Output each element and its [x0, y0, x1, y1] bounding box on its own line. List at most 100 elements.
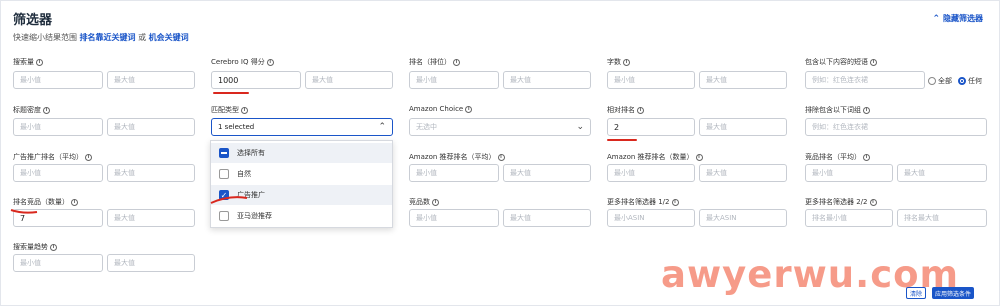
info-icon[interactable]: i: [465, 105, 473, 113]
search-volume-max[interactable]: 最大值: [107, 71, 195, 89]
checkbox-indeterminate-icon[interactable]: [219, 148, 229, 158]
subtitle-text: 快速缩小结果范围: [13, 33, 77, 42]
amazon-rec-rank-count-max[interactable]: 最大值: [699, 164, 787, 182]
ad-rank-avg-max[interactable]: 最大值: [107, 164, 195, 182]
info-icon[interactable]: i: [870, 58, 877, 66]
info-icon[interactable]: i: [497, 153, 505, 161]
checkbox-icon[interactable]: [219, 211, 229, 221]
info-icon[interactable]: i: [43, 106, 50, 114]
clear-button[interactable]: 清除: [906, 287, 927, 299]
title-density-max[interactable]: 最大值: [107, 118, 195, 136]
rank-position-label: 排名（排位） i: [409, 57, 460, 67]
info-icon[interactable]: i: [863, 153, 870, 161]
opportunity-keywords-link[interactable]: 机会关键词: [149, 33, 189, 42]
match-type-select[interactable]: 1 selected ⌃: [211, 118, 393, 136]
info-icon[interactable]: i: [50, 243, 57, 251]
competitor-rank-avg-max[interactable]: 最大值: [897, 164, 987, 182]
relative-rank-max[interactable]: 最大值: [699, 118, 787, 136]
word-count-label: 字数 i: [607, 57, 630, 67]
info-icon[interactable]: i: [266, 58, 274, 66]
phrase-contains-label: 包含以下内容的短语 i: [805, 57, 877, 67]
checkbox-icon[interactable]: [219, 169, 229, 179]
cerebro-iq-max[interactable]: 最大值: [305, 71, 393, 89]
info-icon[interactable]: i: [695, 153, 703, 161]
radio-all-dot[interactable]: [928, 77, 936, 85]
relative-rank-label: 相对排名 i: [607, 105, 644, 115]
annotation-underline: [213, 92, 249, 94]
option-select-all[interactable]: 选择所有: [211, 143, 392, 163]
title-density-label: 标题密度 i: [13, 105, 50, 115]
amazon-rec-rank-avg-max[interactable]: 最大值: [503, 164, 591, 182]
radio-all[interactable]: 全部: [928, 76, 952, 86]
competitor-count-min[interactable]: 最小值: [409, 209, 499, 227]
cerebro-iq-min[interactable]: 1000: [211, 71, 301, 89]
amazon-choice-value: 无选中: [416, 123, 437, 131]
competitor-count-label: 竞品数 i: [409, 197, 439, 207]
phrase-contains-input[interactable]: 例如：红色连衣裙: [805, 71, 925, 89]
more-rank-1-max[interactable]: 最大ASIN: [699, 209, 787, 227]
cerebro-iq-label: Cerebro IQ 得分 i: [211, 57, 274, 67]
radio-any-dot[interactable]: [958, 77, 966, 85]
more-rank-2-max[interactable]: 排名最大值: [897, 209, 987, 227]
amazon-rec-rank-count-label: Amazon 推荐排名（数量） i: [607, 152, 703, 162]
ad-rank-avg-min[interactable]: 最小值: [13, 164, 103, 182]
rank-position-min[interactable]: 最小值: [409, 71, 499, 89]
more-rank-2-min[interactable]: 排名最小值: [805, 209, 893, 227]
word-count-min[interactable]: 最小值: [607, 71, 695, 89]
panel-title: 筛选器: [13, 13, 53, 28]
relative-rank-min[interactable]: 2: [607, 118, 695, 136]
info-icon[interactable]: i: [432, 198, 439, 206]
word-count-max[interactable]: 最大值: [699, 71, 787, 89]
match-type-label: 匹配类型 i: [211, 105, 248, 115]
info-icon[interactable]: i: [863, 106, 870, 114]
exclude-words-label: 排除包含以下词组 i: [805, 105, 870, 115]
annotation-curve: [210, 196, 248, 204]
option-organic[interactable]: 自然: [211, 164, 392, 184]
option-amazon-rec[interactable]: 亚马逊推荐: [211, 206, 392, 226]
amazon-rec-rank-avg-min[interactable]: 最小值: [409, 164, 499, 182]
radio-any[interactable]: 任何: [958, 76, 982, 86]
competitor-count-max[interactable]: 最大值: [503, 209, 591, 227]
exclude-words-input[interactable]: 例如：红色连衣裙: [805, 118, 987, 136]
ad-rank-avg-label: 广告推广排名（平均） i: [13, 152, 92, 162]
search-trend-min[interactable]: 最小值: [13, 254, 103, 272]
more-rank-2-label: 更多排名筛选器 2/2 i: [805, 197, 877, 207]
chevron-up-icon: ⌃: [378, 122, 386, 132]
info-icon[interactable]: i: [869, 198, 877, 206]
amazon-choice-label: Amazon Choice i: [409, 105, 473, 113]
info-icon[interactable]: i: [671, 198, 679, 206]
info-icon[interactable]: i: [637, 106, 644, 114]
filter-panel: 筛选器 快速缩小结果范围 排名靠近关键词 或 机会关键词 ⌃ 隐藏筛选器 搜索量 i…: [0, 0, 1000, 306]
panel-subtitle: 快速缩小结果范围 排名靠近关键词 或 机会关键词: [13, 32, 189, 43]
near-rank-keywords-link[interactable]: 排名靠近关键词: [80, 33, 136, 42]
ranked-competitors-max[interactable]: 最大值: [107, 209, 195, 227]
search-volume-min[interactable]: 最小值: [13, 71, 103, 89]
competitor-rank-avg-min[interactable]: 最小值: [805, 164, 893, 182]
title-density-min[interactable]: 最小值: [13, 118, 103, 136]
chevron-up-icon: ⌃: [932, 14, 940, 24]
rank-position-max[interactable]: 最大值: [503, 71, 591, 89]
search-trend-label: 搜索量趋势 i: [13, 242, 57, 252]
info-icon[interactable]: i: [623, 58, 630, 66]
info-icon[interactable]: i: [453, 58, 460, 66]
subtitle-or: 或: [138, 33, 147, 42]
amazon-choice-select[interactable]: 无选中 ⌄: [409, 118, 591, 136]
match-type-dropdown: 选择所有 自然 ✓ 广告推广 亚马逊推荐: [210, 140, 393, 228]
annotation-curve: [10, 209, 38, 214]
info-icon[interactable]: i: [36, 58, 43, 66]
hide-filters-label: 隐藏筛选器: [943, 14, 983, 23]
search-trend-max[interactable]: 最大值: [107, 254, 195, 272]
chevron-down-icon: ⌄: [576, 122, 584, 132]
more-rank-1-min[interactable]: 最小ASIN: [607, 209, 695, 227]
amazon-rec-rank-count-min[interactable]: 最小值: [607, 164, 695, 182]
amazon-rec-rank-avg-label: Amazon 推荐排名（平均） i: [409, 152, 505, 162]
more-rank-1-label: 更多排名筛选器 1/2 i: [607, 197, 679, 207]
apply-filters-button[interactable]: 应用筛选条件: [932, 287, 975, 299]
info-icon[interactable]: i: [241, 106, 248, 114]
info-icon[interactable]: i: [85, 153, 92, 161]
competitor-rank-avg-label: 竞品排名（平均） i: [805, 152, 870, 162]
search-volume-label: 搜索量 i: [13, 57, 43, 67]
hide-filters-button[interactable]: ⌃ 隐藏筛选器: [932, 13, 983, 24]
info-icon[interactable]: i: [71, 198, 78, 206]
annotation-underline: [607, 139, 637, 141]
